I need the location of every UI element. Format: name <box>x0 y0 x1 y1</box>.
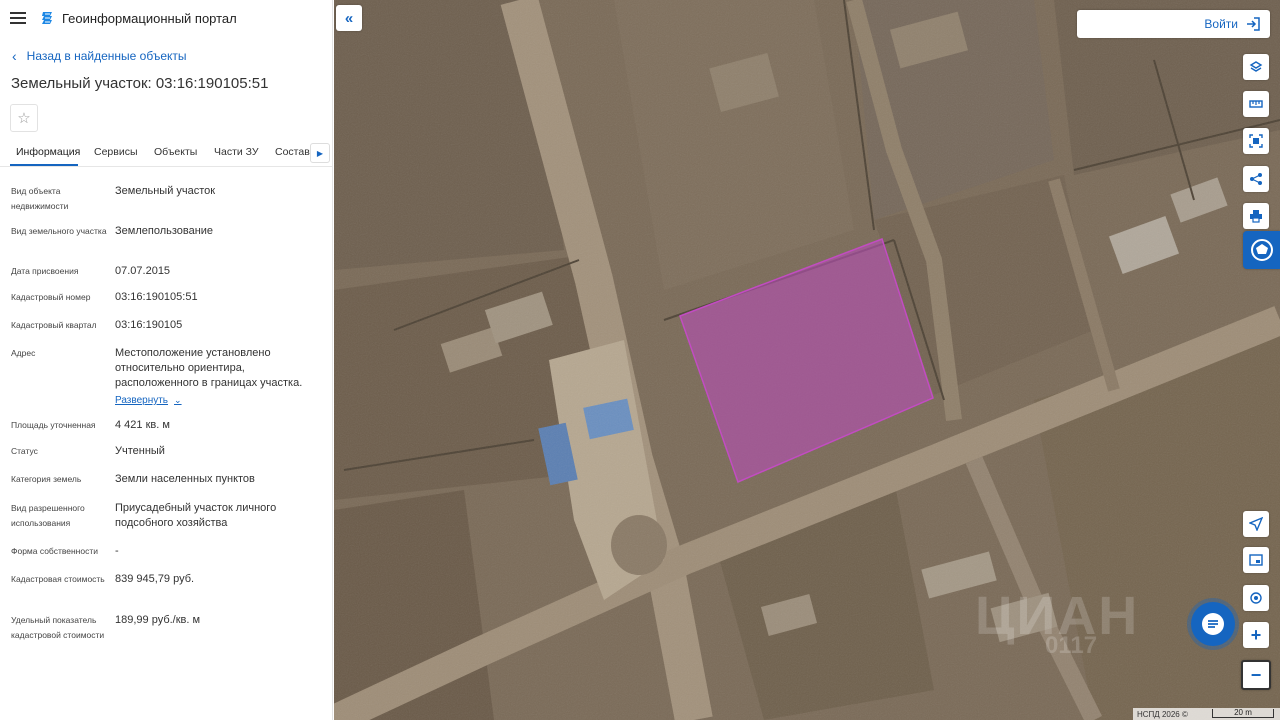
chat-button[interactable] <box>1191 602 1235 646</box>
info-label: Вид объекта недвижимости <box>11 186 69 211</box>
info-value: 4 421 кв. м <box>115 419 170 431</box>
info-label: Категория земель <box>11 474 82 484</box>
portal-title: Геоинформационный портал <box>62 10 237 26</box>
chevron-down-icon: ⌄ <box>174 395 182 405</box>
info-value: Землепользование <box>115 225 214 237</box>
tab-information[interactable]: Информация <box>16 146 80 158</box>
minimap-button[interactable] <box>1243 547 1269 573</box>
tab-parcel-parts[interactable]: Части ЗУ <box>214 146 259 158</box>
chat-icon <box>1202 613 1224 635</box>
navigate-button[interactable] <box>1243 511 1269 537</box>
cadastral-icon <box>1250 239 1273 261</box>
info-value: 03:16:190105 <box>115 319 183 331</box>
tab-objects[interactable]: Объекты <box>154 146 197 158</box>
info-value: Земли населенных пунктов <box>115 473 255 485</box>
info-value: Земельный участок <box>115 185 216 197</box>
active-tab-indicator <box>10 164 78 166</box>
info-value: 189,99 руб./кв. м <box>115 614 201 626</box>
info-value: Приусадебный участок личного подсобного … <box>115 502 277 529</box>
select-area-button[interactable] <box>1243 128 1269 154</box>
info-value: Учтенный <box>115 445 165 457</box>
layers-icon <box>1249 61 1263 72</box>
info-label: Кадастровая стоимость <box>11 574 105 584</box>
geolocation-icon <box>1250 592 1262 604</box>
info-label: Дата присвоения <box>11 266 79 276</box>
info-label: Вид разрешенного использования <box>11 503 85 528</box>
expand-address-link[interactable]: Развернуть ⌄ <box>115 393 182 408</box>
info-label: Площадь уточненная <box>11 420 96 430</box>
portal-logo-icon <box>42 12 52 24</box>
info-value: 839 945,79 руб. <box>115 573 195 585</box>
expand-label: Развернуть <box>115 395 169 406</box>
zoom-in-button[interactable]: + <box>1243 622 1269 648</box>
back-link-label: Назад в найденные объекты <box>26 49 187 63</box>
info-value: Местоположение установлено относительно … <box>115 346 325 408</box>
chevron-left-icon: ‹ <box>12 48 17 64</box>
navigate-icon <box>1249 517 1263 531</box>
login-button[interactable]: Войти <box>1077 10 1270 38</box>
select-area-icon <box>1249 134 1263 148</box>
login-label: Войти <box>1204 17 1238 31</box>
info-value: 07.07.2015 <box>115 265 171 277</box>
print-button[interactable] <box>1243 203 1269 229</box>
menu-icon[interactable] <box>10 12 26 24</box>
info-value: 03:16:190105:51 <box>115 291 198 303</box>
page-title: Земельный участок: 03:16:190105:51 <box>11 75 269 92</box>
geolocation-button[interactable] <box>1243 585 1269 611</box>
zoom-out-button[interactable]: − <box>1241 660 1271 690</box>
info-panel: Геоинформационный портал ‹ Назад в найде… <box>0 0 333 720</box>
info-label: Форма собственности <box>11 546 98 556</box>
minimap-icon <box>1249 554 1263 566</box>
tab-services[interactable]: Сервисы <box>94 146 138 158</box>
address-text: Местоположение установлено относительно … <box>115 347 303 389</box>
info-label: Удельный показатель кадастровой стоимост… <box>11 615 105 640</box>
info-label: Адрес <box>11 348 36 358</box>
print-icon <box>1250 210 1262 223</box>
layers-button[interactable] <box>1243 54 1269 80</box>
attribution-text: НСПД 2026 © <box>1137 709 1188 719</box>
watermark-id: 0117 <box>1045 632 1098 659</box>
info-label: Кадастровый номер <box>11 292 91 302</box>
back-to-results-link[interactable]: ‹ Назад в найденные объекты <box>12 48 187 64</box>
info-value: - <box>115 545 119 557</box>
star-icon: ☆ <box>17 110 31 127</box>
tab-composition[interactable]: Состав <box>275 146 310 158</box>
caret-right-icon: ▶ <box>316 148 324 158</box>
share-button[interactable] <box>1243 166 1269 192</box>
collapse-panel-button[interactable]: « <box>336 5 362 31</box>
ruler-icon <box>1249 100 1263 108</box>
satellite-map[interactable]: ЦИАН 0117 <box>334 0 1280 720</box>
double-chevron-left-icon: « <box>344 9 354 27</box>
login-icon <box>1247 17 1260 31</box>
tab-bar: Информация Сервисы Объекты Части ЗУ Сост… <box>0 139 332 167</box>
cadastral-layer-button[interactable] <box>1243 231 1280 269</box>
panel-header: Геоинформационный портал <box>0 0 332 36</box>
ruler-button[interactable] <box>1243 91 1269 117</box>
info-label: Статус <box>11 446 38 456</box>
share-icon <box>1250 173 1262 185</box>
tabs-scroll-right-button[interactable]: ▶ <box>310 143 330 163</box>
favorite-button[interactable]: ☆ <box>10 104 38 132</box>
info-label: Кадастровый квартал <box>11 320 97 330</box>
info-label: Вид земельного участка <box>11 226 107 236</box>
scale-bar: 20 m <box>1212 709 1274 718</box>
